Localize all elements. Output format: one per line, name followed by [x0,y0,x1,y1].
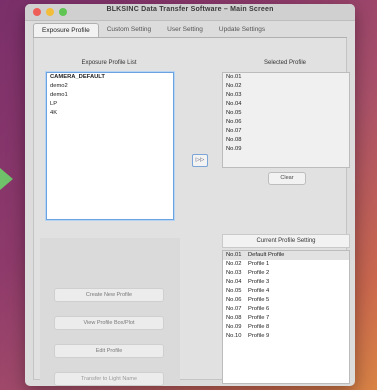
table-row[interactable]: No.07 Profile 6 [223,305,349,314]
tab-bar: Exposure Profile Custom Setting User Set… [33,23,347,38]
slot-row[interactable]: No.04 [223,100,349,109]
list-item[interactable]: 4K [47,109,173,118]
table-row[interactable]: No.10 Profile 9 [223,332,349,341]
table-row[interactable]: No.09 Profile 8 [223,323,349,332]
selected-profile-list[interactable]: No.01 No.02 No.03 No.04 No.05 No.06 No.0… [222,72,350,168]
row-number: No.01 [226,252,242,258]
add-to-selected-button[interactable]: ▷▷ [192,154,208,167]
slot-row[interactable]: No.05 [223,109,349,118]
tab-exposure-profile[interactable]: Exposure Profile [33,23,99,37]
app-window: BLKSINC Data Transfer Software – Main Sc… [25,4,355,386]
current-setting-list[interactable]: No.01 Default Profile No.02 Profile 1 No.0… [222,250,350,384]
slot-row[interactable]: No.02 [223,82,349,91]
list-item[interactable]: demo2 [47,82,173,91]
row-name: Profile 8 [248,324,270,330]
tab-user-setting[interactable]: User Setting [159,23,211,37]
exposure-list-label: Exposure Profile List [81,60,137,66]
row-number: No.09 [226,324,242,330]
exposure-profile-list[interactable]: CAMERA_DEFAULT demo2 demo1 LP 4K [46,72,174,220]
create-new-profile-button[interactable]: Create New Profile [54,288,164,302]
list-item[interactable]: demo1 [47,91,173,100]
slot-row[interactable]: No.03 [223,91,349,100]
view-profile-button[interactable]: View Profile Box/Plot [54,316,164,330]
row-name: Profile 3 [248,279,270,285]
green-arrow-icon [0,168,13,190]
slot-row[interactable]: No.08 [223,136,349,145]
table-row[interactable]: No.02 Profile 1 [223,260,349,269]
row-number: No.10 [226,333,242,339]
exposure-profile-panel: Exposure Profile List CAMERA_DEFAULT dem… [33,38,350,386]
row-number: No.03 [226,270,242,276]
row-name: Default Profile [248,252,285,258]
current-setting-label: Current Profile Setting [222,234,350,248]
row-number: No.05 [226,288,242,294]
row-number: No.04 [226,279,242,285]
table-row[interactable]: No.05 Profile 4 [223,287,349,296]
row-name: Profile 2 [248,270,270,276]
row-name: Profile 1 [248,261,270,267]
clear-button[interactable]: Clear [268,172,306,185]
row-number: No.07 [226,306,242,312]
title-bar: BLKSINC Data Transfer Software – Main Sc… [25,4,355,21]
slot-row[interactable]: No.01 [223,73,349,82]
row-number: No.08 [226,315,242,321]
actions-area: Create New Profile View Profile Box/Plot… [40,238,180,386]
table-row[interactable]: No.04 Profile 3 [223,278,349,287]
slot-row[interactable]: No.09 [223,145,349,154]
row-name: Profile 9 [248,333,270,339]
table-row[interactable]: No.01 Default Profile [223,251,349,260]
transfer-to-light-button[interactable]: Transfer to Light Name [54,372,164,386]
table-row[interactable]: No.08 Profile 7 [223,314,349,323]
tab-update-settings[interactable]: Update Settings [211,23,273,37]
row-name: Profile 6 [248,306,270,312]
row-number: No.02 [226,261,242,267]
list-item[interactable]: CAMERA_DEFAULT [47,73,173,82]
row-name: Profile 5 [248,297,270,303]
row-name: Profile 7 [248,315,270,321]
row-number: No.06 [226,297,242,303]
selected-profile-label: Selected Profile [263,60,307,66]
row-name: Profile 4 [248,288,270,294]
table-row[interactable]: No.03 Profile 2 [223,269,349,278]
slot-row[interactable]: No.06 [223,118,349,127]
edit-profile-button[interactable]: Edit Profile [54,344,164,358]
list-item[interactable]: LP [47,100,173,109]
window-title: BLKSINC Data Transfer Software – Main Sc… [106,6,274,13]
tab-custom-setting[interactable]: Custom Setting [99,23,159,37]
table-row[interactable]: No.06 Profile 5 [223,296,349,305]
slot-row[interactable]: No.07 [223,127,349,136]
